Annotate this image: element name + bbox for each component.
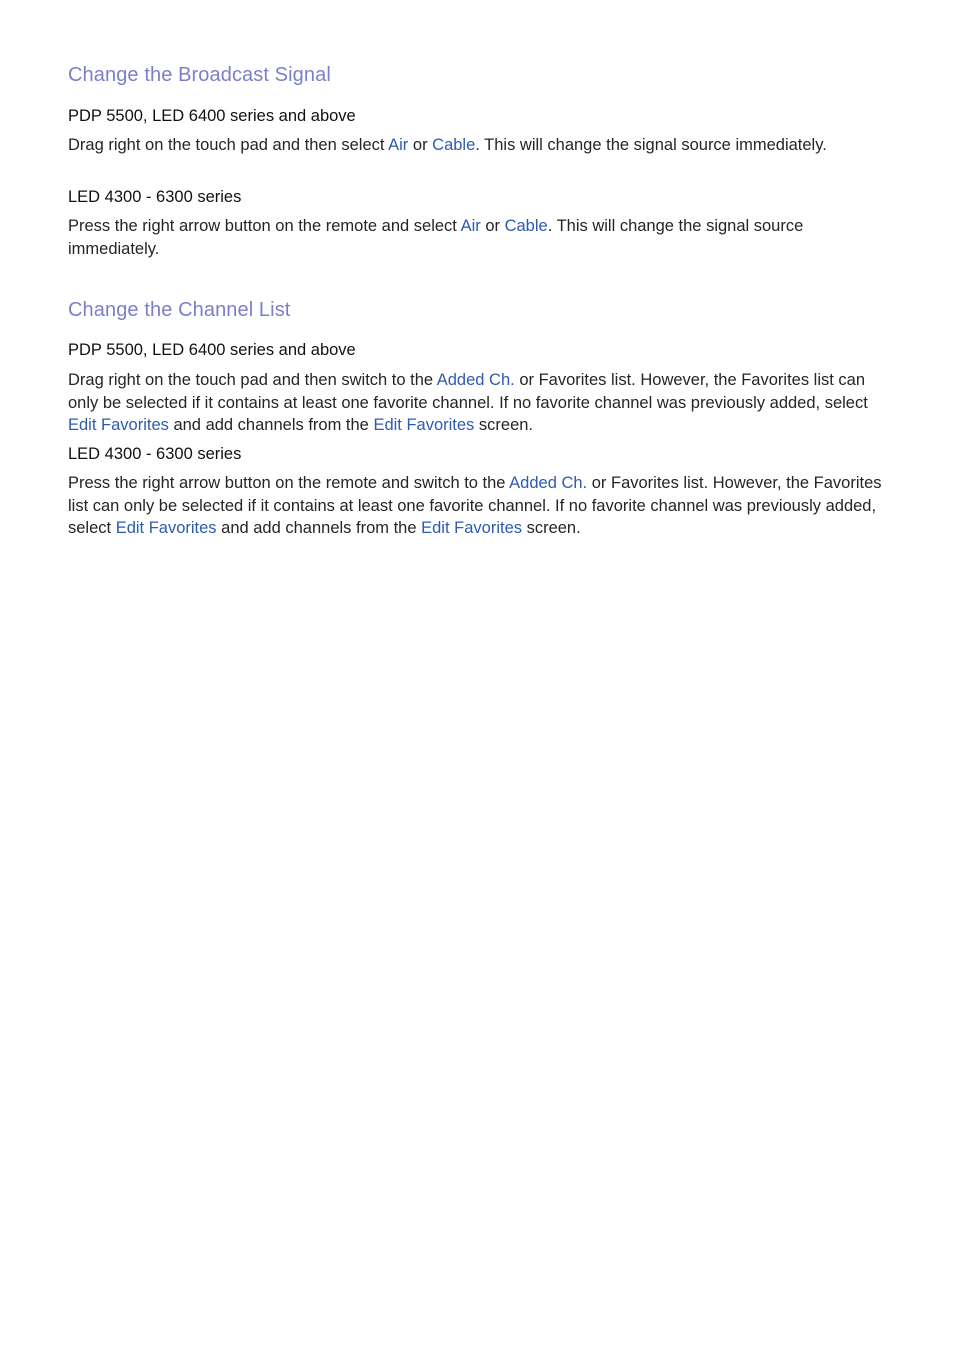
- subtitle-pdp5500-led6400: PDP 5500, LED 6400 series and above: [68, 107, 356, 125]
- body-text: screen.: [474, 416, 534, 434]
- menu-reference-link[interactable]: Cable: [432, 136, 475, 154]
- section-title-broadcast-signal: Change the Broadcast Signal: [68, 64, 331, 86]
- menu-reference-link[interactable]: Air: [388, 136, 408, 154]
- body-text: or: [480, 217, 505, 235]
- subtitle-pdp5500-led6400: PDP 5500, LED 6400 series and above: [68, 341, 356, 359]
- body-text: Drag right on the touch pad and then swi…: [68, 371, 437, 389]
- menu-reference-link[interactable]: Edit Favorites: [116, 519, 217, 537]
- paragraph-channel-list-touchpad: Drag right on the touch pad and then swi…: [68, 369, 893, 437]
- body-text: Press the right arrow button on the remo…: [68, 474, 510, 492]
- body-text: and add channels from the: [216, 519, 422, 537]
- subtitle-led4300-6300: LED 4300 - 6300 series: [68, 445, 242, 463]
- paragraph-channel-list-remote: Press the right arrow button on the remo…: [68, 472, 893, 540]
- menu-reference-link[interactable]: Added Ch.: [509, 474, 587, 492]
- paragraph-broadcast-signal-remote: Press the right arrow button on the remo…: [68, 215, 893, 260]
- paragraph-broadcast-signal-touchpad: Drag right on the touch pad and then sel…: [68, 134, 893, 157]
- menu-reference-link[interactable]: Air: [461, 217, 481, 235]
- body-text: . This will change the signal source imm…: [475, 136, 827, 154]
- body-text: Drag right on the touch pad and then sel…: [68, 136, 389, 154]
- body-text: and add channels from the: [168, 416, 374, 434]
- menu-reference-link[interactable]: Edit Favorites: [421, 519, 522, 537]
- menu-reference-link[interactable]: Edit Favorites: [373, 416, 474, 434]
- menu-reference-link[interactable]: Cable: [505, 217, 548, 235]
- menu-reference-link[interactable]: Edit Favorites: [68, 416, 169, 434]
- section-title-channel-list: Change the Channel List: [68, 299, 291, 321]
- subtitle-led4300-6300: LED 4300 - 6300 series: [68, 188, 242, 206]
- menu-reference-link[interactable]: Added Ch.: [437, 371, 515, 389]
- body-text: Press the right arrow button on the remo…: [68, 217, 461, 235]
- body-text: screen.: [522, 519, 581, 537]
- body-text: or: [408, 136, 433, 154]
